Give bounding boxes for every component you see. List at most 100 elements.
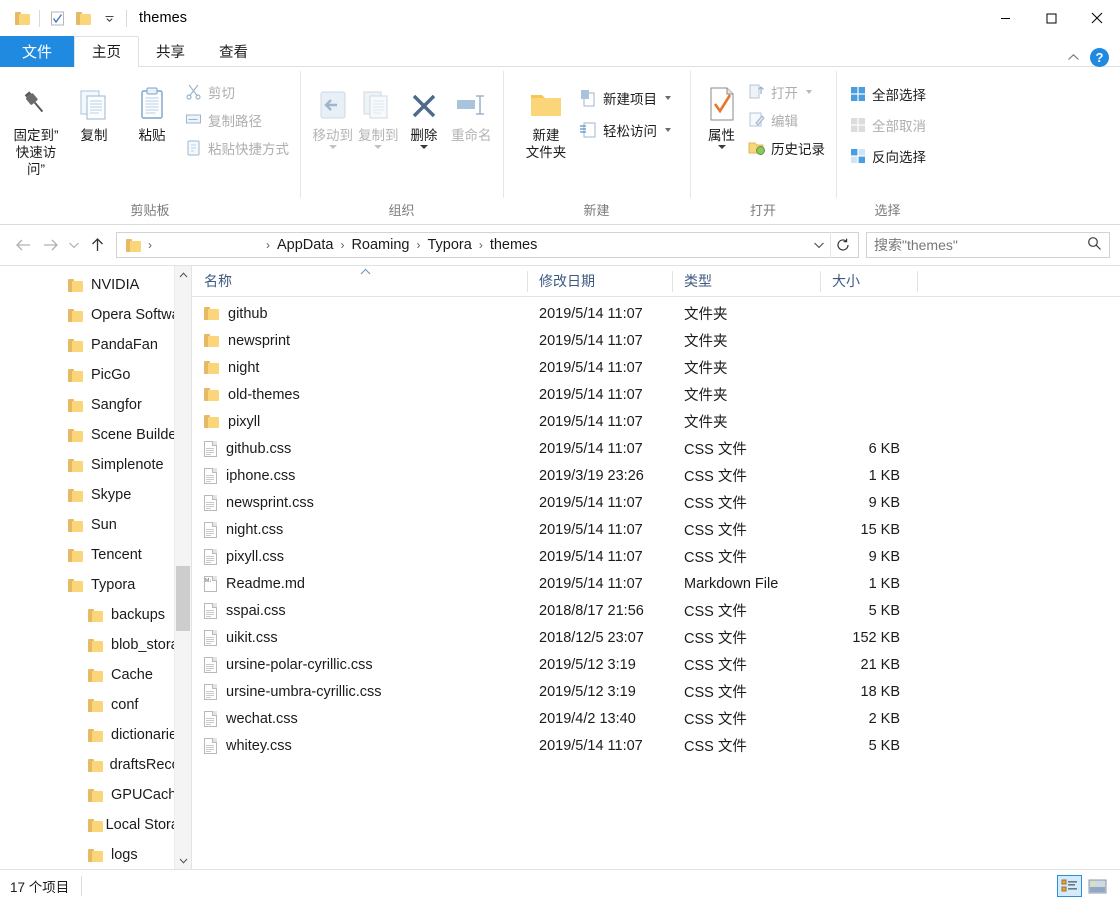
table-row[interactable]: ursine-umbra-cyrillic.css2019/5/12 3:19C… — [192, 678, 1120, 705]
delete-caret-icon[interactable] — [420, 145, 428, 149]
tree-item-local-storag[interactable]: Local Storag — [0, 810, 191, 840]
tree-item-dictionaries[interactable]: dictionaries — [0, 720, 191, 750]
table-row[interactable]: uikit.css2018/12/5 23:07CSS 文件152 KB — [192, 624, 1120, 651]
search-box[interactable]: 搜索"themes" — [866, 232, 1110, 258]
rename-button[interactable]: 重命名 — [447, 73, 496, 144]
breadcrumb-typora[interactable]: Typora — [422, 233, 476, 257]
cut-button[interactable]: 剪切 — [181, 79, 293, 104]
edit-button[interactable]: 编辑 — [744, 107, 829, 132]
breadcrumb-themes[interactable]: themes — [485, 233, 543, 257]
tree-item-sangfor[interactable]: Sangfor — [0, 390, 191, 420]
tree-item-skype[interactable]: Skype — [0, 480, 191, 510]
tree-item-sun[interactable]: Sun — [0, 510, 191, 540]
refresh-button[interactable] — [830, 232, 854, 258]
new-folder-icon[interactable] — [70, 5, 96, 31]
tree-item-conf[interactable]: conf — [0, 690, 191, 720]
tree-item-simplenote[interactable]: Simplenote — [0, 450, 191, 480]
search-icon[interactable] — [1087, 236, 1102, 254]
collapse-ribbon-icon[interactable] — [1066, 51, 1080, 65]
minimize-button[interactable] — [982, 0, 1028, 36]
paste-shortcut-button[interactable]: 粘贴快捷方式 — [181, 135, 293, 160]
nav-scroll-thumb[interactable] — [176, 566, 190, 631]
table-row[interactable]: pixyll.css2019/5/14 11:07CSS 文件9 KB — [192, 543, 1120, 570]
tree-item-cache[interactable]: Cache — [0, 660, 191, 690]
copy-button[interactable]: 复制 — [65, 73, 123, 144]
tree-item-picgo[interactable]: PicGo — [0, 360, 191, 390]
nav-scrollbar[interactable] — [174, 266, 191, 869]
column-header-name[interactable]: 名称 — [192, 266, 527, 297]
copy-to-caret-icon[interactable] — [374, 145, 382, 149]
open-caret-icon[interactable] — [806, 90, 812, 94]
pin-to-quick-access-button[interactable]: 固定到”快速访问” — [7, 73, 65, 178]
open-button[interactable]: 打开 — [744, 79, 829, 104]
easy-access-caret-icon[interactable] — [665, 128, 671, 132]
large-icons-view-button[interactable] — [1085, 875, 1110, 897]
table-row[interactable]: night.css2019/5/14 11:07CSS 文件15 KB — [192, 516, 1120, 543]
easy-access-button[interactable]: 轻松访问 — [575, 117, 675, 142]
table-row[interactable]: wechat.css2019/4/2 13:40CSS 文件2 KB — [192, 705, 1120, 732]
tree-item-draftsrecov[interactable]: draftsRecov — [0, 750, 191, 780]
paste-button[interactable]: 粘贴 — [123, 73, 181, 144]
tree-item-typora[interactable]: Typora — [0, 570, 191, 600]
new-item-button[interactable]: 新建项目 — [575, 85, 675, 110]
table-row[interactable]: old-themes2019/5/14 11:07文件夹 — [192, 381, 1120, 408]
new-item-caret-icon[interactable] — [665, 96, 671, 100]
breadcrumb-dropdown-icon[interactable] — [808, 233, 830, 257]
table-row[interactable]: M↓Readme.md2019/5/14 11:07Markdown File1… — [192, 570, 1120, 597]
tab-file[interactable]: 文件 — [0, 36, 74, 67]
properties-button[interactable]: 属性 — [699, 73, 744, 149]
table-row[interactable]: newsprint2019/5/14 11:07文件夹 — [192, 327, 1120, 354]
nav-scroll-down-button[interactable] — [175, 852, 191, 869]
recent-locations-button[interactable] — [64, 232, 84, 258]
tree-item-gpucache[interactable]: GPUCache — [0, 780, 191, 810]
maximize-button[interactable] — [1028, 0, 1074, 36]
select-none-button[interactable]: 全部取消 — [846, 112, 930, 137]
invert-selection-button[interactable]: 反向选择 — [846, 143, 930, 168]
tab-view[interactable]: 查看 — [202, 36, 265, 67]
history-button[interactable]: 历史记录 — [744, 135, 829, 160]
close-button[interactable] — [1074, 0, 1120, 36]
copy-to-button[interactable]: 复制到 — [356, 73, 402, 149]
column-header-type[interactable]: 类型 — [672, 266, 820, 297]
properties-caret-icon[interactable] — [718, 145, 726, 149]
new-folder-button[interactable]: 新建文件夹 — [517, 73, 575, 161]
table-row[interactable]: github2019/5/14 11:07文件夹 — [192, 300, 1120, 327]
select-all-button[interactable]: 全部选择 — [846, 81, 930, 106]
breadcrumb-roaming[interactable]: Roaming — [346, 233, 414, 257]
tree-item-backups[interactable]: backups — [0, 600, 191, 630]
help-icon[interactable]: ? — [1090, 48, 1109, 67]
table-row[interactable]: ursine-polar-cyrillic.css2019/5/12 3:19C… — [192, 651, 1120, 678]
move-to-button[interactable]: 移动到 — [310, 73, 356, 149]
copy-path-button[interactable]: 复制路径 — [181, 107, 293, 132]
table-row[interactable]: sspai.css2018/8/17 21:56CSS 文件5 KB — [192, 597, 1120, 624]
folder-icon[interactable] — [9, 5, 35, 31]
customize-dropdown-icon[interactable] — [96, 5, 122, 31]
delete-button[interactable]: 删除 — [401, 73, 447, 149]
tree-item-logs[interactable]: logs — [0, 840, 191, 869]
breadcrumb-appdata[interactable]: AppData — [272, 233, 338, 257]
table-row[interactable]: whitey.css2019/5/14 11:07CSS 文件5 KB — [192, 732, 1120, 759]
move-to-caret-icon[interactable] — [329, 145, 337, 149]
forward-button[interactable] — [37, 232, 64, 258]
properties-check-icon[interactable] — [44, 5, 70, 31]
details-view-button[interactable] — [1057, 875, 1082, 897]
tree-item-scene-builder[interactable]: Scene Builder — [0, 420, 191, 450]
table-row[interactable]: github.css2019/5/14 11:07CSS 文件6 KB — [192, 435, 1120, 462]
column-header-date[interactable]: 修改日期 — [527, 266, 672, 297]
tree-item-nvidia[interactable]: NVIDIA — [0, 270, 191, 300]
breadcrumb[interactable]: › › AppData › Roaming › Typora › themes — [116, 232, 859, 258]
table-row[interactable]: pixyll2019/5/14 11:07文件夹 — [192, 408, 1120, 435]
column-header-size[interactable]: 大小 — [820, 266, 917, 297]
table-row[interactable]: iphone.css2019/3/19 23:26CSS 文件1 KB — [192, 462, 1120, 489]
table-row[interactable]: night2019/5/14 11:07文件夹 — [192, 354, 1120, 381]
tree-item-tencent[interactable]: Tencent — [0, 540, 191, 570]
nav-scroll-up-button[interactable] — [175, 266, 191, 283]
tab-share[interactable]: 共享 — [139, 36, 202, 67]
tab-home[interactable]: 主页 — [74, 36, 139, 67]
tree-item-opera-softwa[interactable]: Opera Softwa — [0, 300, 191, 330]
search-input[interactable]: 搜索"themes" — [874, 235, 1087, 255]
tree-item-pandafan[interactable]: PandaFan — [0, 330, 191, 360]
up-button[interactable] — [84, 232, 111, 258]
tree-item-blob-storag[interactable]: blob_storag — [0, 630, 191, 660]
table-row[interactable]: newsprint.css2019/5/14 11:07CSS 文件9 KB — [192, 489, 1120, 516]
